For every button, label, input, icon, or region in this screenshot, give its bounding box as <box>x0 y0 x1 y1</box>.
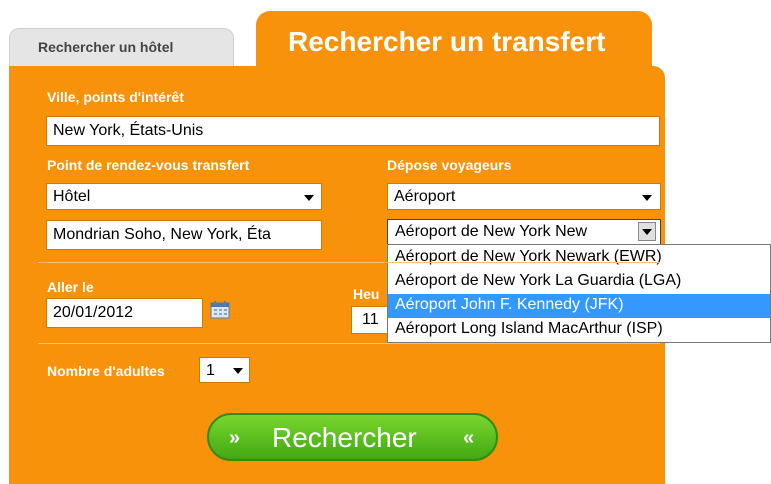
dropoff-airport-select[interactable]: Aéroport de New York New <box>387 219 661 245</box>
time-input[interactable]: 11 <box>351 306 391 334</box>
pickup-type-value: Hôtel <box>53 188 91 205</box>
dropoff-airport-value: Aéroport de New York New <box>395 223 588 240</box>
pickup-place-input[interactable]: Mondrian Soho, New York, Éta <box>46 220 322 250</box>
tab-search-transfer[interactable]: Rechercher un transfert <box>256 11 652 71</box>
search-button-label: Rechercher <box>272 422 417 453</box>
airport-option-jfk[interactable]: Aéroport John F. Kennedy (JFK) <box>388 294 770 318</box>
divider <box>38 262 660 263</box>
chevron-down-icon <box>642 195 652 201</box>
calendar-icon[interactable] <box>210 301 230 319</box>
go-date-value: 20/01/2012 <box>53 304 134 321</box>
double-chevron-left-icon: « <box>463 427 475 449</box>
adults-select[interactable]: 1 <box>199 357 250 383</box>
city-input-value: New York, États-Unis <box>53 122 204 139</box>
chevron-down-icon <box>642 229 652 235</box>
chevron-down-icon <box>304 195 314 201</box>
tab-search-hotel-label: Rechercher un hôtel <box>38 39 174 55</box>
adults-value: 1 <box>206 362 215 379</box>
time-label: Heu <box>353 286 380 302</box>
divider <box>38 343 660 344</box>
search-button[interactable]: » Rechercher « <box>207 413 498 461</box>
adults-label: Nombre d'adultes <box>47 363 165 379</box>
go-date-label: Aller le <box>47 279 94 295</box>
time-value: 11 <box>362 311 379 328</box>
airport-option-ewr[interactable]: Aéroport de New York Newark (EWR) <box>388 246 770 270</box>
pickup-label: Point de rendez-vous transfert <box>47 157 250 173</box>
double-chevron-right-icon: » <box>229 427 241 449</box>
dropoff-type-value: Aéroport <box>394 188 456 205</box>
city-input[interactable]: New York, États-Unis <box>46 116 660 146</box>
tab-search-transfer-label: Rechercher un transfert <box>288 26 606 57</box>
go-date-input[interactable]: 20/01/2012 <box>46 298 203 328</box>
dropoff-label: Dépose voyageurs <box>387 157 512 173</box>
airport-option-lga[interactable]: Aéroport de New York La Guardia (LGA) <box>388 270 770 294</box>
pickup-type-select[interactable]: Hôtel <box>46 183 322 210</box>
pickup-place-value: Mondrian Soho, New York, Éta <box>53 226 271 243</box>
airport-option-isp[interactable]: Aéroport Long Island MacArthur (ISP) <box>388 318 770 342</box>
dropoff-type-select[interactable]: Aéroport <box>387 183 661 210</box>
dropdown-button[interactable] <box>638 222 656 241</box>
city-label: Ville, points d'intérêt <box>47 89 184 105</box>
airport-dropdown-list: Aéroport de New York Newark (EWR) Aéropo… <box>387 244 771 343</box>
chevron-down-icon <box>233 368 243 374</box>
tab-search-hotel[interactable]: Rechercher un hôtel <box>9 28 234 68</box>
